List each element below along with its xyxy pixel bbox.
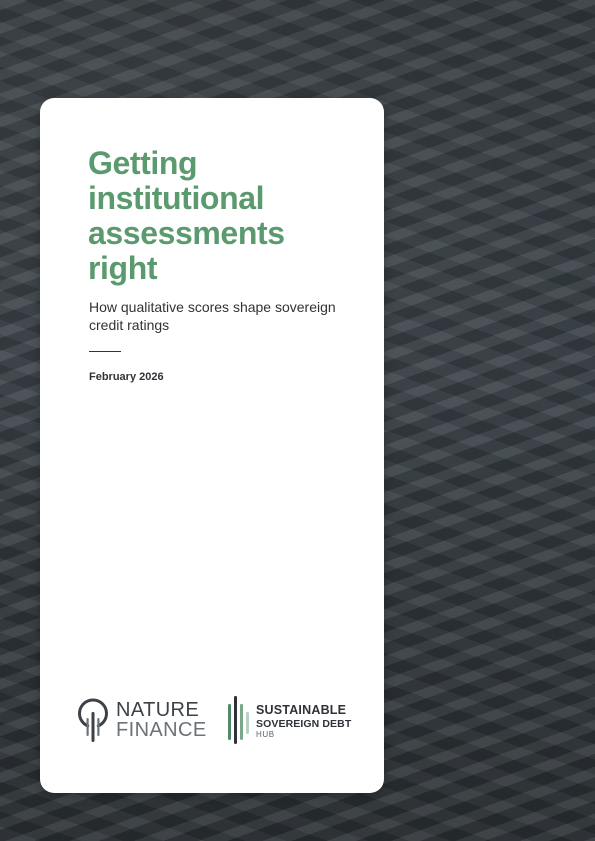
- ssdh-line-3: HUB: [256, 730, 275, 739]
- cover-card: Getting institutional assessments right …: [40, 98, 384, 793]
- ssdh-wordmark: SUSTAINABLE SOVEREIGN DEBT HUB: [256, 703, 352, 740]
- logo-row: NATURE FINANCE SUSTAINABLE SOVEREIGN DEB…: [76, 694, 366, 746]
- nature-finance-line-2: FINANCE: [116, 719, 207, 741]
- nature-finance-wordmark: NATURE FINANCE: [116, 700, 207, 740]
- nature-finance-line-1: NATURE: [116, 699, 200, 721]
- title-divider: [89, 351, 121, 352]
- publication-date: February 2026: [89, 371, 164, 383]
- sustainable-sovereign-debt-hub-logo: SUSTAINABLE SOVEREIGN DEBT HUB: [226, 694, 366, 746]
- ssdh-line-2: SOVEREIGN DEBT: [256, 718, 352, 730]
- page-title: Getting institutional assessments right: [88, 145, 285, 286]
- page-subtitle: How qualitative scores shape sovereign c…: [89, 299, 336, 333]
- ssdh-line-1: SUSTAINABLE: [256, 703, 347, 717]
- nature-finance-logo: NATURE FINANCE: [76, 694, 211, 746]
- ssdh-bars-icon: [226, 694, 250, 746]
- nature-finance-mark-icon: [76, 696, 110, 744]
